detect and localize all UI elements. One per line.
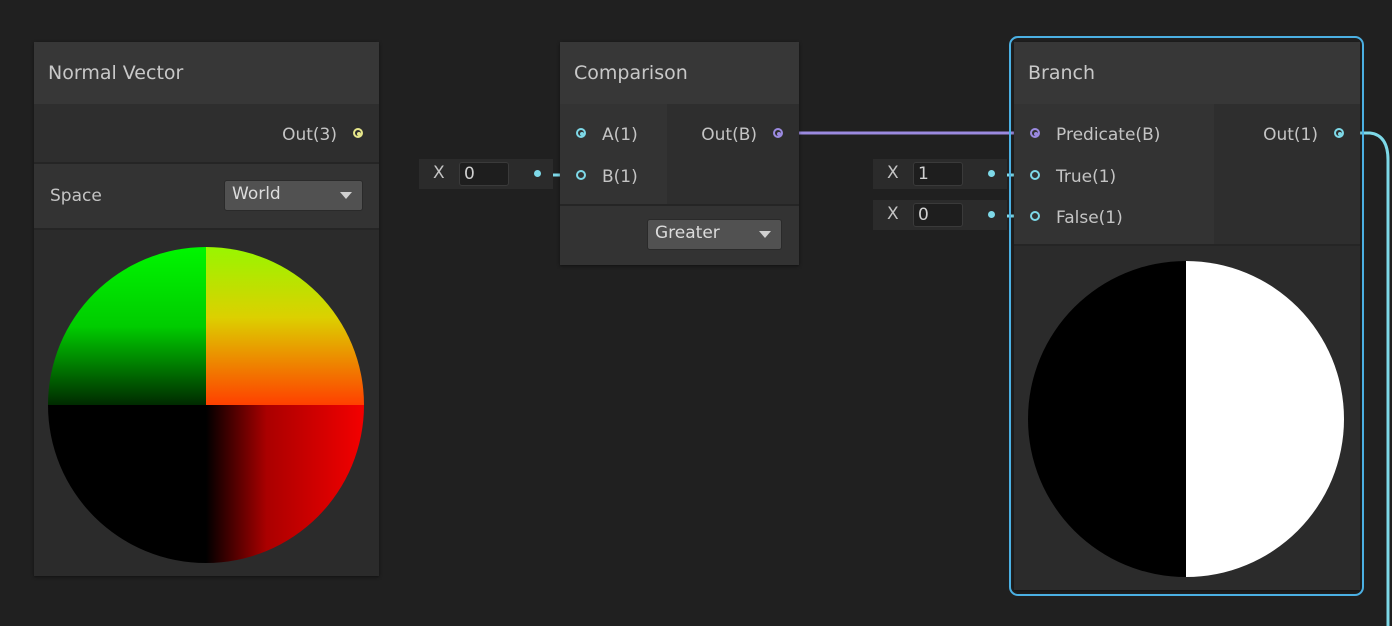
operation-dropdown[interactable]: Greater <box>647 219 782 250</box>
input-b-port[interactable] <box>576 170 586 180</box>
predicate-label: Predicate(B) <box>1056 125 1161 145</box>
axis-label: X <box>887 163 899 183</box>
true-label: True(1) <box>1056 167 1117 187</box>
false-port[interactable] <box>1030 211 1040 221</box>
output-label: Out(1) <box>1263 125 1318 145</box>
outputs-column: Out(B) <box>668 104 799 204</box>
inputs-column: Predicate(B) True(1) False(1) <box>1014 104 1214 244</box>
node-title: Normal Vector <box>34 42 379 104</box>
output-label: Out(B) <box>701 125 757 145</box>
output-port[interactable] <box>353 128 363 138</box>
output-port[interactable] <box>1334 128 1344 138</box>
predicate-port[interactable] <box>1030 128 1040 138</box>
space-dropdown-value: World <box>232 184 281 204</box>
preview-area <box>1014 246 1360 590</box>
space-row: Space World <box>34 164 379 228</box>
true-port[interactable] <box>1030 170 1040 180</box>
axis-label: X <box>887 204 899 224</box>
input-b-label: B(1) <box>602 167 638 187</box>
inline-port-dot <box>534 170 541 177</box>
branch-true-inline-input: X 1 <box>873 159 1007 189</box>
space-label: Space <box>50 186 102 206</box>
comparison-b-inline-input: X 0 <box>419 159 553 189</box>
inline-port-dot <box>988 170 995 177</box>
branch-node[interactable]: Branch Predicate(B) True(1) False(1) Out… <box>1014 42 1360 590</box>
output-port[interactable] <box>773 128 783 138</box>
input-a-label: A(1) <box>602 125 638 145</box>
node-title: Branch <box>1014 42 1360 104</box>
branch-false-inline-input: X 0 <box>873 200 1007 230</box>
inline-port-dot <box>988 211 995 218</box>
space-dropdown[interactable]: World <box>224 180 363 211</box>
comparison-node[interactable]: Comparison A(1) B(1) Out(B) Greater <box>560 42 799 265</box>
output-row: Out(3) <box>34 104 379 162</box>
axis-label: X <box>433 163 445 183</box>
operation-dropdown-value: Greater <box>655 223 720 243</box>
false-label: False(1) <box>1056 208 1123 228</box>
true-value-field[interactable]: 1 <box>913 162 963 186</box>
inputs-column: A(1) B(1) <box>560 104 667 204</box>
chevron-down-icon <box>759 231 771 238</box>
output-label: Out(3) <box>282 125 337 145</box>
b-value-field[interactable]: 0 <box>459 162 509 186</box>
operation-row: Greater <box>560 206 799 265</box>
normal-vector-preview-sphere <box>48 247 364 563</box>
node-title: Comparison <box>560 42 799 104</box>
normal-vector-node[interactable]: Normal Vector Out(3) Space World <box>34 42 379 576</box>
chevron-down-icon <box>340 192 352 199</box>
branch-preview-sphere <box>1028 261 1344 577</box>
outputs-column: Out(1) <box>1215 104 1360 244</box>
false-value-field[interactable]: 0 <box>913 203 963 227</box>
input-a-port[interactable] <box>576 128 586 138</box>
preview-area <box>34 230 379 576</box>
